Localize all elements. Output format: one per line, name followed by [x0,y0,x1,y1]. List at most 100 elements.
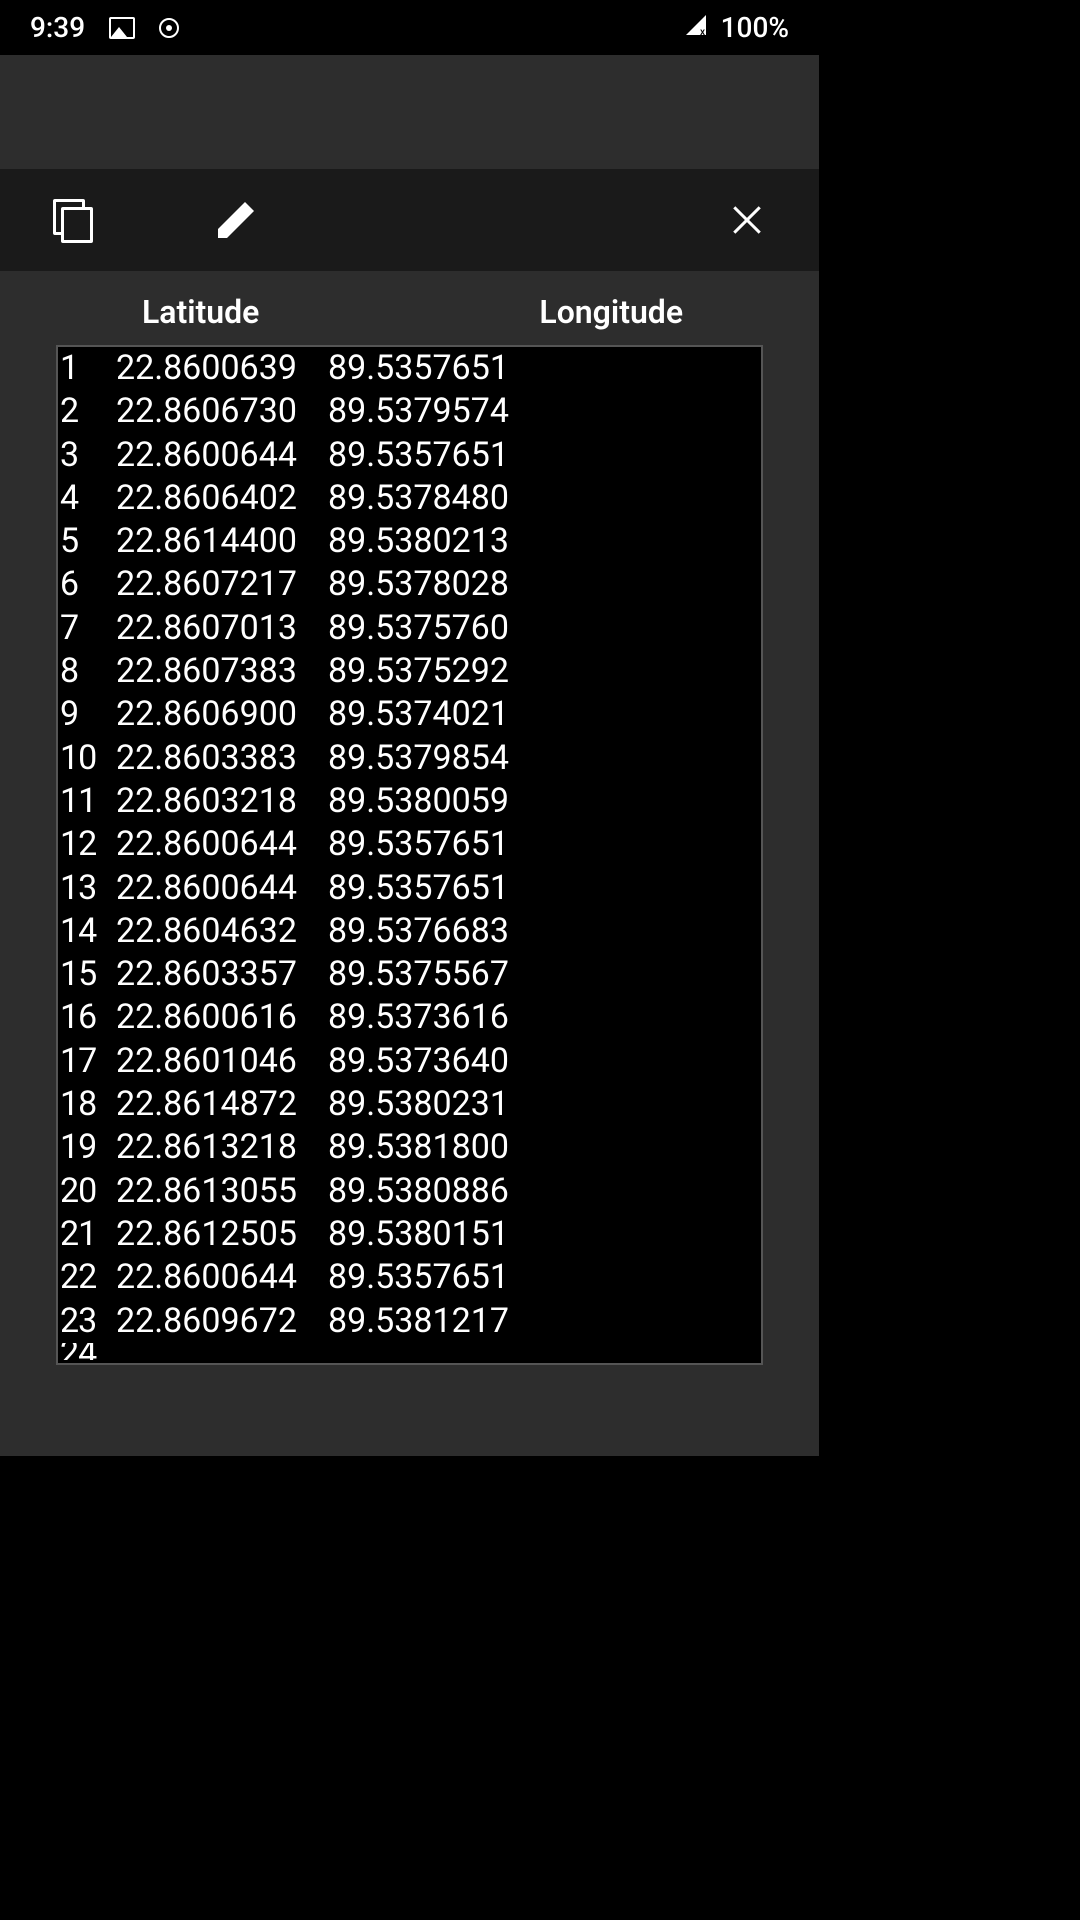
row-longitude: 89.5380059 [328,780,509,823]
row-number: 12 [58,823,116,866]
row-longitude: 89.5373616 [328,996,509,1039]
row-number: 14 [58,910,116,953]
table-row[interactable]: 522.861440089.5380213 [58,520,761,563]
row-number: 10 [58,737,116,780]
row-number: 21 [58,1213,116,1256]
row-latitude: 22.8600639 [116,347,328,390]
row-longitude: 89.5357651 [328,347,509,390]
copy-button[interactable] [50,198,94,242]
row-latitude: 22.8606900 [116,693,328,736]
row-longitude: 89.5357651 [328,823,509,866]
status-right: x 100% [683,11,789,44]
row-latitude: 22.8600644 [116,823,328,866]
row-longitude: 89.5357651 [328,867,509,910]
table-row[interactable]: 2122.861250589.5380151 [58,1213,761,1256]
row-longitude: 89.5381217 [328,1300,509,1343]
row-number: 11 [58,780,116,823]
status-left: 9:39 [30,11,179,44]
table-row[interactable]: 24 [58,1343,761,1360]
signal-icon: x [683,11,709,44]
row-longitude: 89.5380231 [328,1083,509,1126]
row-number: 6 [58,563,116,606]
image-icon [109,17,135,39]
table-row[interactable]: 1322.860064489.5357651 [58,867,761,910]
row-latitude: 22.8606730 [116,390,328,433]
table-row[interactable]: 1422.860463289.5376683 [58,910,761,953]
row-longitude: 89.5379574 [328,390,509,433]
row-number: 15 [58,953,116,996]
app-header [0,55,819,169]
row-latitude: 22.8600644 [116,867,328,910]
copy-icon [53,199,91,241]
table-row[interactable]: 2022.861305589.5380886 [58,1170,761,1213]
table-row[interactable]: 1022.860338389.5379854 [58,737,761,780]
table-row[interactable]: 622.860721789.5378028 [58,563,761,606]
table-row[interactable]: 122.860063989.5357651 [58,347,761,390]
table-row[interactable]: 922.860690089.5374021 [58,693,761,736]
row-number: 2 [58,390,116,433]
table-row[interactable]: 2222.860064489.5357651 [58,1256,761,1299]
target-icon [159,18,179,38]
row-longitude: 89.5380886 [328,1170,509,1213]
row-number: 24 [58,1343,116,1360]
row-latitude: 22.8600644 [116,1256,328,1299]
close-button[interactable] [725,198,769,242]
row-longitude: 89.5380213 [328,520,509,563]
row-number: 9 [58,693,116,736]
row-longitude: 89.5376683 [328,910,509,953]
header-longitude: Longitude [259,293,683,331]
row-latitude: 22.8613218 [116,1126,328,1169]
data-table[interactable]: 122.860063989.5357651222.860673089.53795… [56,345,763,1365]
row-longitude: 89.5381800 [328,1126,509,1169]
row-latitude: 22.8607013 [116,607,328,650]
status-bar: 9:39 x 100% [0,0,819,55]
row-latitude: 22.8606402 [116,477,328,520]
row-longitude: 89.5375567 [328,953,509,996]
row-latitude: 22.8603218 [116,780,328,823]
row-number: 5 [58,520,116,563]
row-longitude: 89.5379854 [328,737,509,780]
row-number: 7 [58,607,116,650]
row-latitude: 22.8614400 [116,520,328,563]
svg-text:x: x [700,27,705,37]
row-number: 3 [58,434,116,477]
table-row[interactable]: 1922.861321889.5381800 [58,1126,761,1169]
row-latitude: 22.8600644 [116,434,328,477]
row-number: 1 [58,347,116,390]
row-longitude: 89.5378480 [328,477,509,520]
close-icon [731,204,763,236]
row-latitude: 22.8601046 [116,1040,328,1083]
row-number: 18 [58,1083,116,1126]
table-row[interactable]: 1122.860321889.5380059 [58,780,761,823]
row-number: 13 [58,867,116,910]
row-number: 20 [58,1170,116,1213]
row-number: 22 [58,1256,116,1299]
table-row[interactable]: 322.860064489.5357651 [58,434,761,477]
row-longitude: 89.5357651 [328,1256,509,1299]
row-longitude: 89.5357651 [328,434,509,477]
toolbar [0,169,819,271]
battery-text: 100% [721,11,789,44]
edit-button[interactable] [214,198,258,242]
table-row[interactable]: 2322.860967289.5381217 [58,1300,761,1343]
row-latitude: 22.8614872 [116,1083,328,1126]
edit-icon [218,202,254,238]
table-row[interactable]: 1522.860335789.5375567 [58,953,761,996]
table-row[interactable]: 422.860640289.5378480 [58,477,761,520]
row-latitude: 22.8604632 [116,910,328,953]
table-row[interactable]: 1822.861487289.5380231 [58,1083,761,1126]
status-time: 9:39 [30,11,85,44]
row-longitude: 89.5380151 [328,1213,509,1256]
table-row[interactable]: 722.860701389.5375760 [58,607,761,650]
table-row[interactable]: 222.860673089.5379574 [58,390,761,433]
row-latitude: 22.8612505 [116,1213,328,1256]
row-number: 17 [58,1040,116,1083]
table-row[interactable]: 1622.860061689.5373616 [58,996,761,1039]
table-row[interactable]: 1722.860104689.5373640 [58,1040,761,1083]
row-number: 4 [58,477,116,520]
content-area: Latitude Longitude 122.860063989.5357651… [0,271,819,1456]
table-row[interactable]: 1222.860064489.5357651 [58,823,761,866]
table-row[interactable]: 822.860738389.5375292 [58,650,761,693]
row-longitude: 89.5375760 [328,607,509,650]
row-number: 23 [58,1300,116,1343]
